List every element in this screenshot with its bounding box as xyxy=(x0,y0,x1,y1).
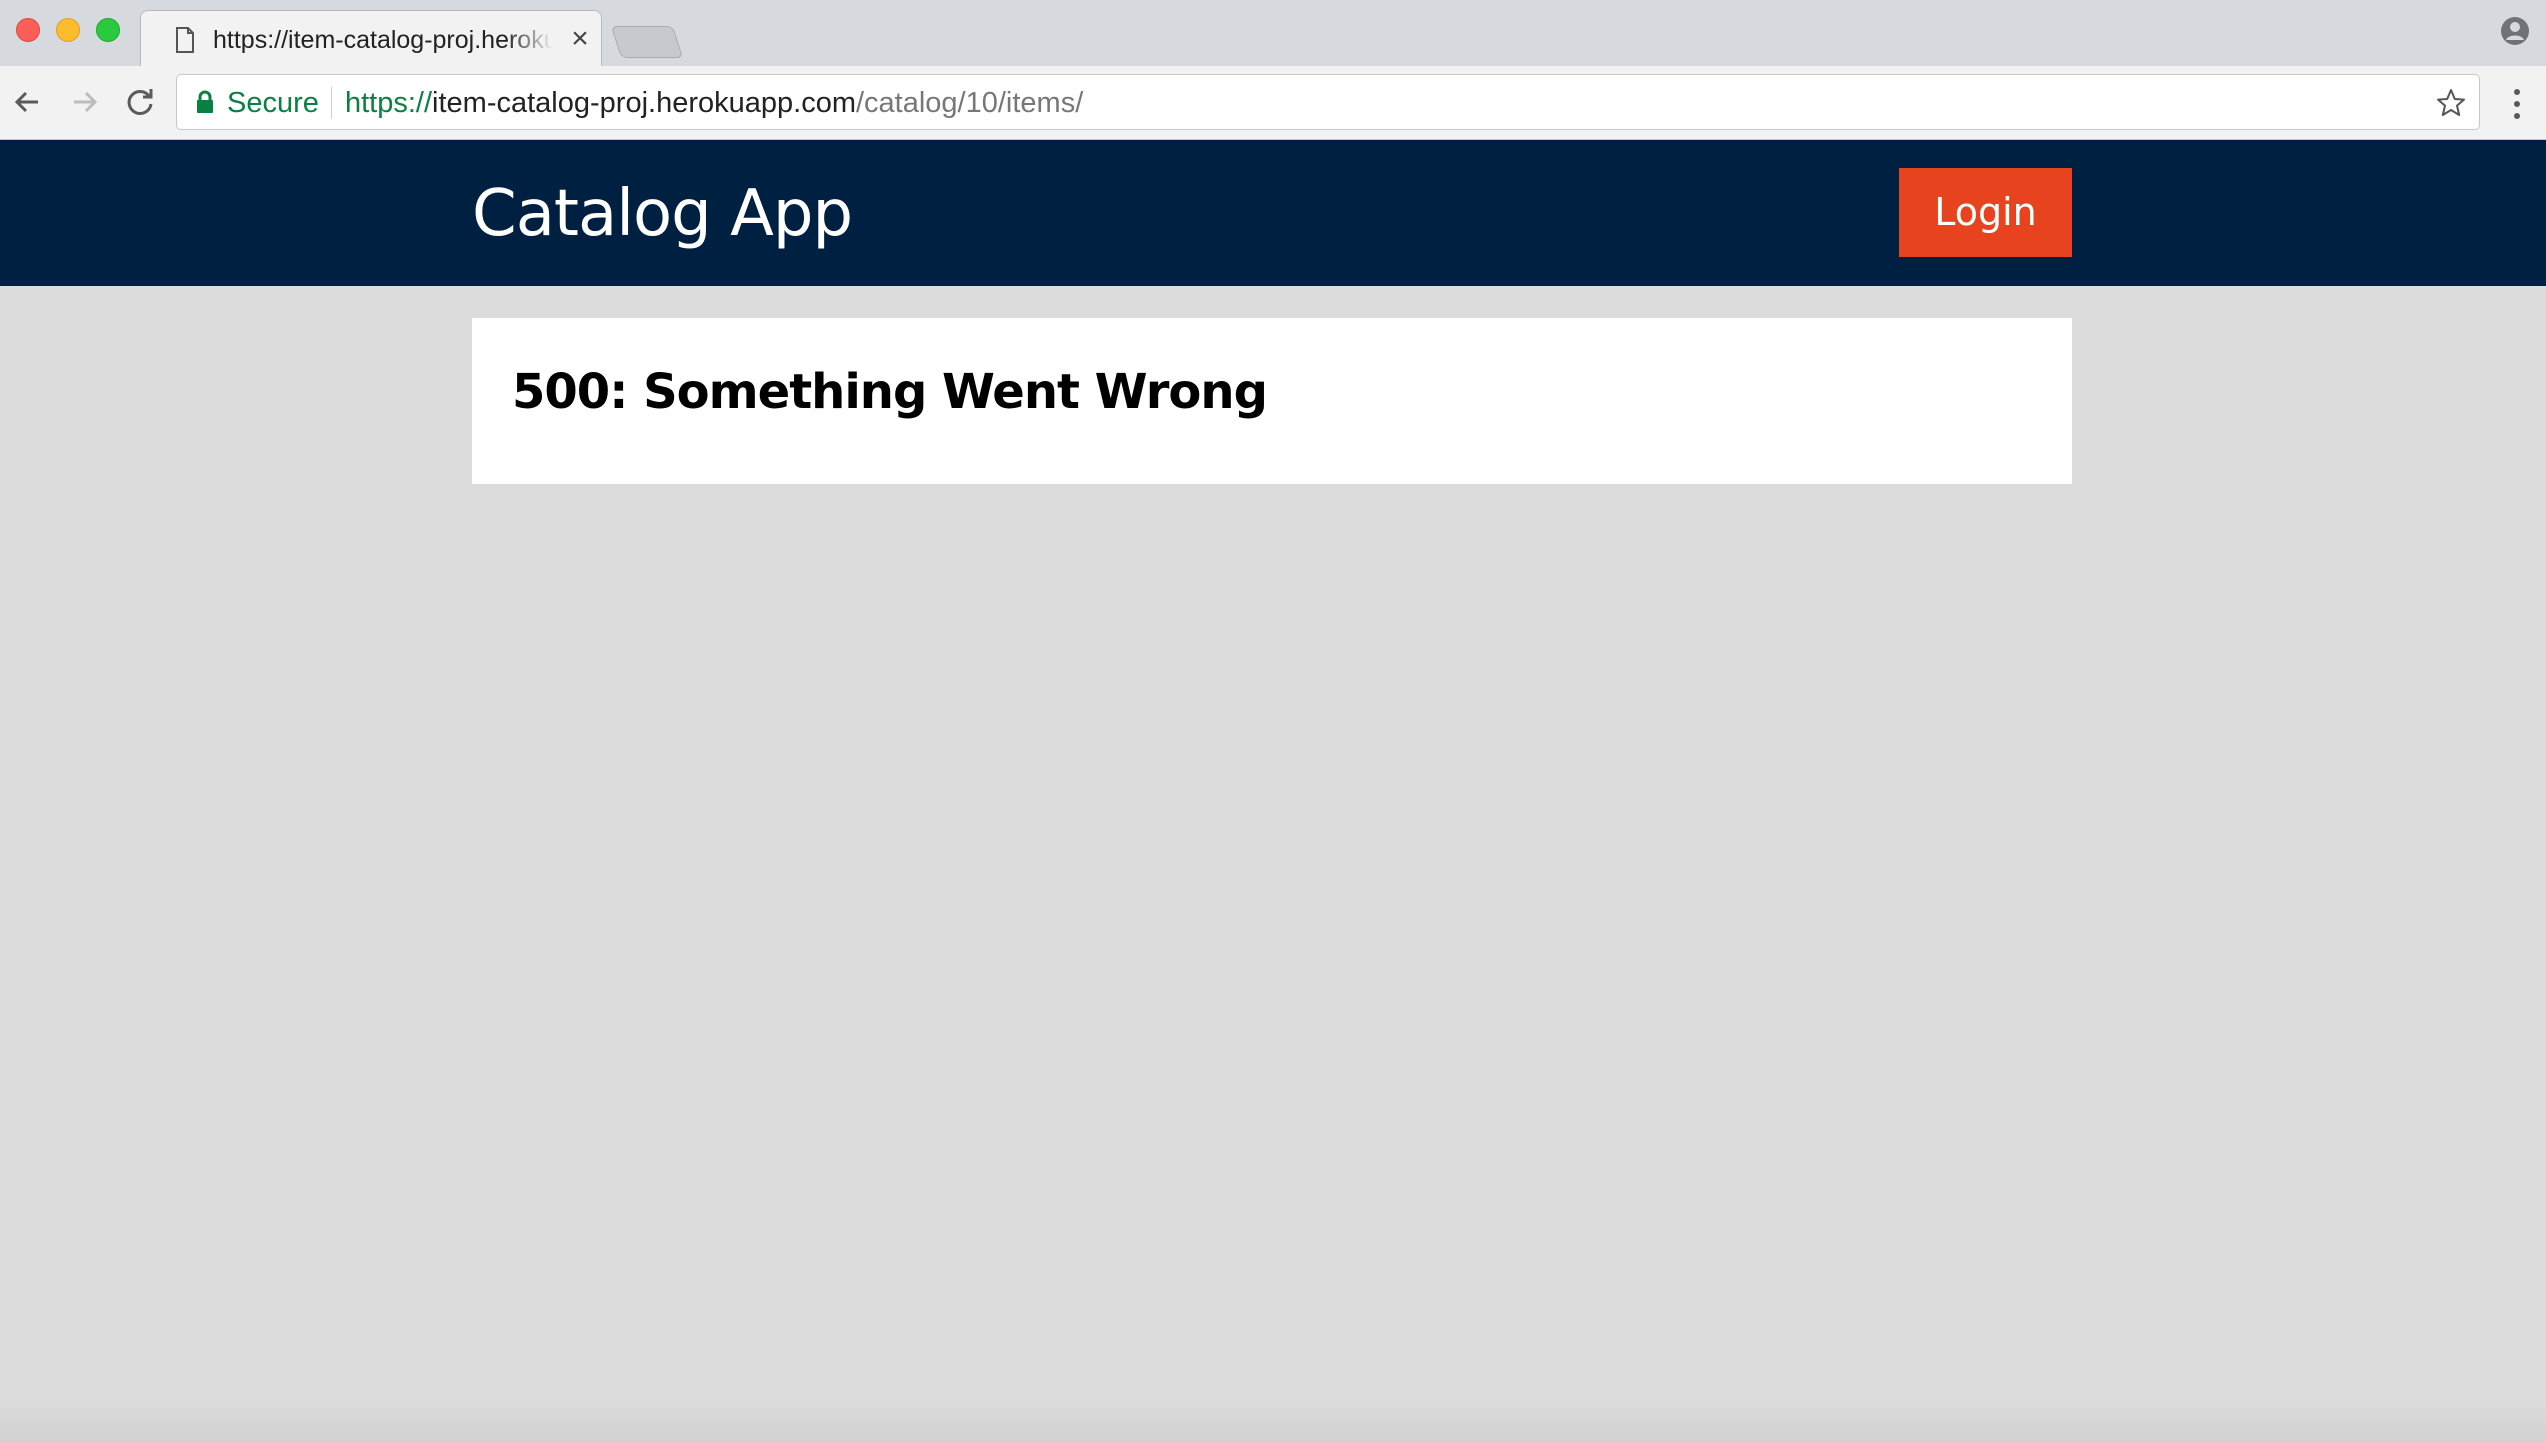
star-icon[interactable] xyxy=(2435,87,2467,119)
bottom-shadow xyxy=(0,1400,2546,1442)
back-arrow-icon[interactable] xyxy=(8,82,48,122)
address-bar[interactable]: Secure https://item-catalog-proj.herokua… xyxy=(176,74,2480,130)
login-button[interactable]: Login xyxy=(1899,168,2072,257)
brand-title[interactable]: Catalog App xyxy=(472,178,853,250)
url-path: /catalog/10/items/ xyxy=(855,87,1084,119)
browser-tab[interactable]: https://item-catalog-proj.herokuapp.com/… xyxy=(140,10,602,68)
browser-toolbar: Secure https://item-catalog-proj.herokua… xyxy=(0,66,2546,140)
url-host: item-catalog-proj.herokuapp.com xyxy=(432,87,856,119)
menu-dots-icon[interactable] xyxy=(2502,86,2532,122)
secure-label: Secure xyxy=(227,87,319,119)
tab-title: https://item-catalog-proj.herokuapp.com/… xyxy=(213,26,553,54)
omnibox-divider xyxy=(331,87,332,119)
url-scheme: https:// xyxy=(345,87,433,119)
error-message: 500: Something Went Wrong xyxy=(512,364,1268,420)
new-tab-button[interactable] xyxy=(610,26,684,58)
lock-icon xyxy=(197,90,213,113)
url-text[interactable]: https://item-catalog-proj.herokuapp.com/… xyxy=(345,85,1083,121)
window-close-button[interactable] xyxy=(16,18,40,42)
window-minimize-button[interactable] xyxy=(56,18,80,42)
profile-icon[interactable] xyxy=(2500,16,2530,46)
window-maximize-button[interactable] xyxy=(96,18,120,42)
page-icon xyxy=(176,27,194,53)
site-navbar: Catalog App Login xyxy=(0,140,2546,286)
error-card: 500: Something Went Wrong xyxy=(472,318,2072,484)
reload-icon[interactable] xyxy=(120,82,160,122)
forward-arrow-icon[interactable] xyxy=(64,82,104,122)
browser-titlebar: https://item-catalog-proj.herokuapp.com/… xyxy=(0,0,2546,68)
tab-close-button[interactable]: × xyxy=(565,23,595,57)
